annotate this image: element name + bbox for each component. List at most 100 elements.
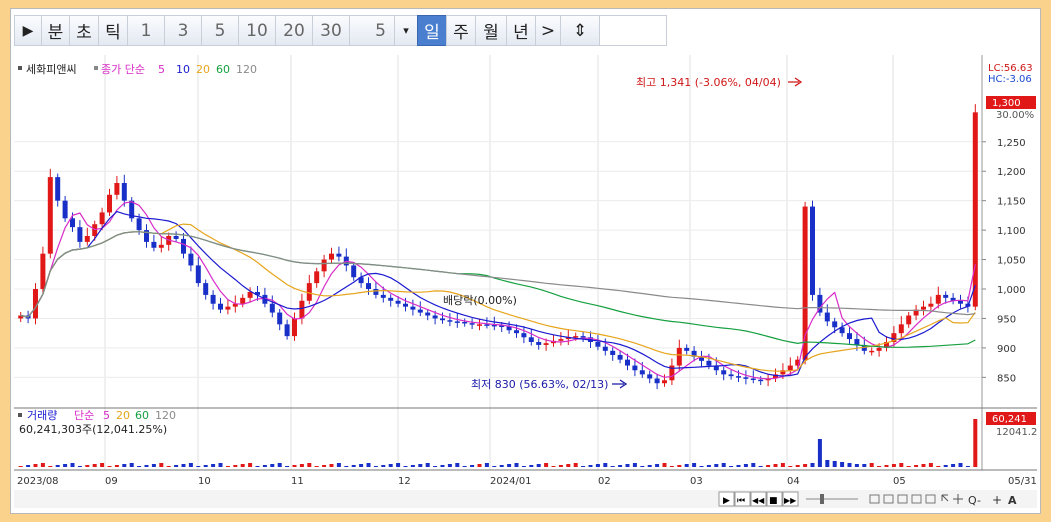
- blank-field[interactable]: [599, 15, 667, 46]
- volume-bar: [958, 463, 963, 467]
- font-size-button[interactable]: A: [1008, 494, 1017, 507]
- candle-body: [943, 294, 949, 298]
- interval-20-button[interactable]: 20: [275, 15, 313, 46]
- ma-period-20: 20: [196, 63, 210, 76]
- volume-bar: [854, 464, 859, 467]
- candle-body: [240, 297, 246, 304]
- volume-ma-120: 120: [155, 409, 176, 422]
- volume-bar: [129, 463, 134, 467]
- volume-bar: [92, 464, 97, 467]
- volume-bar: [877, 466, 882, 467]
- play-button[interactable]: ▶: [14, 15, 42, 46]
- volume-bar: [477, 464, 482, 467]
- candle-body: [972, 112, 978, 307]
- volume-bar: [410, 465, 415, 467]
- candle-body: [906, 315, 912, 325]
- candle-body: [521, 333, 527, 338]
- volume-bar: [100, 463, 105, 467]
- volume-bar: [943, 465, 948, 467]
- volume-bar: [470, 465, 475, 467]
- candle-body: [114, 183, 120, 195]
- volume-bar: [817, 439, 822, 467]
- volume-bar: [514, 463, 519, 467]
- candle-body: [321, 259, 327, 272]
- volume-bar: [610, 466, 615, 467]
- compress-button[interactable]: ⇕: [560, 15, 600, 46]
- candle-body: [99, 212, 105, 225]
- x-label: 03: [690, 476, 703, 487]
- compress-icon: ⇕: [572, 20, 588, 41]
- x-label: 09: [105, 476, 118, 487]
- volume-bar: [292, 465, 297, 467]
- volume-bar: [77, 466, 82, 467]
- volume-bar: [351, 465, 356, 467]
- candle-body: [373, 289, 379, 295]
- volume-bar: [595, 464, 600, 467]
- candle-body: [277, 312, 283, 325]
- volume-bar: [225, 466, 230, 467]
- candle-body: [462, 321, 468, 324]
- interval-30-button[interactable]: 30: [312, 15, 350, 46]
- candle-body: [654, 378, 660, 384]
- volume-bar: [921, 464, 926, 467]
- volume-bar: [299, 464, 304, 467]
- volume-bar: [647, 465, 652, 467]
- tab-second[interactable]: 초: [69, 15, 99, 46]
- volume-bar: [188, 463, 193, 467]
- next-button[interactable]: >: [535, 15, 561, 46]
- candle-body: [928, 303, 934, 307]
- y-tick-label: 1,050: [997, 256, 1026, 267]
- tab-year[interactable]: 년: [506, 15, 536, 46]
- volume-bar: [196, 466, 201, 467]
- current-pct-value: 30.00%: [996, 110, 1034, 121]
- volume-bar: [632, 463, 637, 467]
- tab-minute[interactable]: 분: [41, 15, 70, 46]
- volume-bar: [951, 464, 956, 467]
- tab-day[interactable]: 일: [417, 15, 447, 46]
- candle-body: [425, 312, 431, 316]
- y-tick-label: 950: [997, 314, 1016, 325]
- interval-1-button[interactable]: 1: [127, 15, 165, 46]
- volume-bar: [906, 466, 911, 467]
- tab-week[interactable]: 주: [446, 15, 476, 46]
- x-label: 05: [893, 476, 906, 487]
- interval-dropdown-button[interactable]: ▾: [394, 15, 418, 46]
- zoom-slider-thumb[interactable]: [820, 494, 824, 504]
- hc-label: HC:-3.06: [988, 74, 1032, 85]
- zoom-in-button[interactable]: +: [992, 493, 1002, 507]
- x-label: 2024/01: [490, 476, 532, 487]
- x-label: 11: [291, 476, 304, 487]
- volume-ma-20: 20: [116, 409, 130, 422]
- interval-10-button[interactable]: 10: [238, 15, 276, 46]
- volume-bar: [137, 466, 142, 467]
- volume-badge-value: 60,241: [992, 414, 1027, 425]
- candle-body: [750, 378, 756, 381]
- candle-body: [647, 374, 653, 379]
- y-tick-label: 1,100: [997, 226, 1026, 237]
- x-label: 12: [398, 476, 411, 487]
- candle-body: [70, 218, 75, 228]
- current-price-value: 1,300: [992, 98, 1021, 109]
- candle-body: [528, 337, 534, 342]
- tab-tick[interactable]: 틱: [98, 15, 128, 46]
- volume-bar: [507, 464, 512, 467]
- candle-body: [55, 177, 61, 201]
- x-label: 02: [598, 476, 611, 487]
- candle-body: [573, 336, 579, 338]
- volume-bar: [803, 464, 808, 467]
- volume-bar: [344, 466, 349, 467]
- candle-body: [47, 177, 53, 254]
- custom-interval-field[interactable]: 5: [349, 15, 395, 46]
- volume-bar: [832, 461, 837, 467]
- candle-body: [366, 283, 371, 289]
- chevron-down-icon: ▾: [403, 24, 409, 37]
- volume-bar: [233, 465, 238, 467]
- play-icon: ▶: [723, 496, 730, 506]
- interval-5-button[interactable]: 5: [201, 15, 239, 46]
- candle-body: [121, 183, 127, 201]
- volume-bar: [366, 463, 371, 467]
- zoom-out-button[interactable]: Q-: [968, 494, 981, 507]
- candle-body: [395, 300, 401, 304]
- interval-3-button[interactable]: 3: [164, 15, 202, 46]
- tab-month[interactable]: 월: [475, 15, 507, 46]
